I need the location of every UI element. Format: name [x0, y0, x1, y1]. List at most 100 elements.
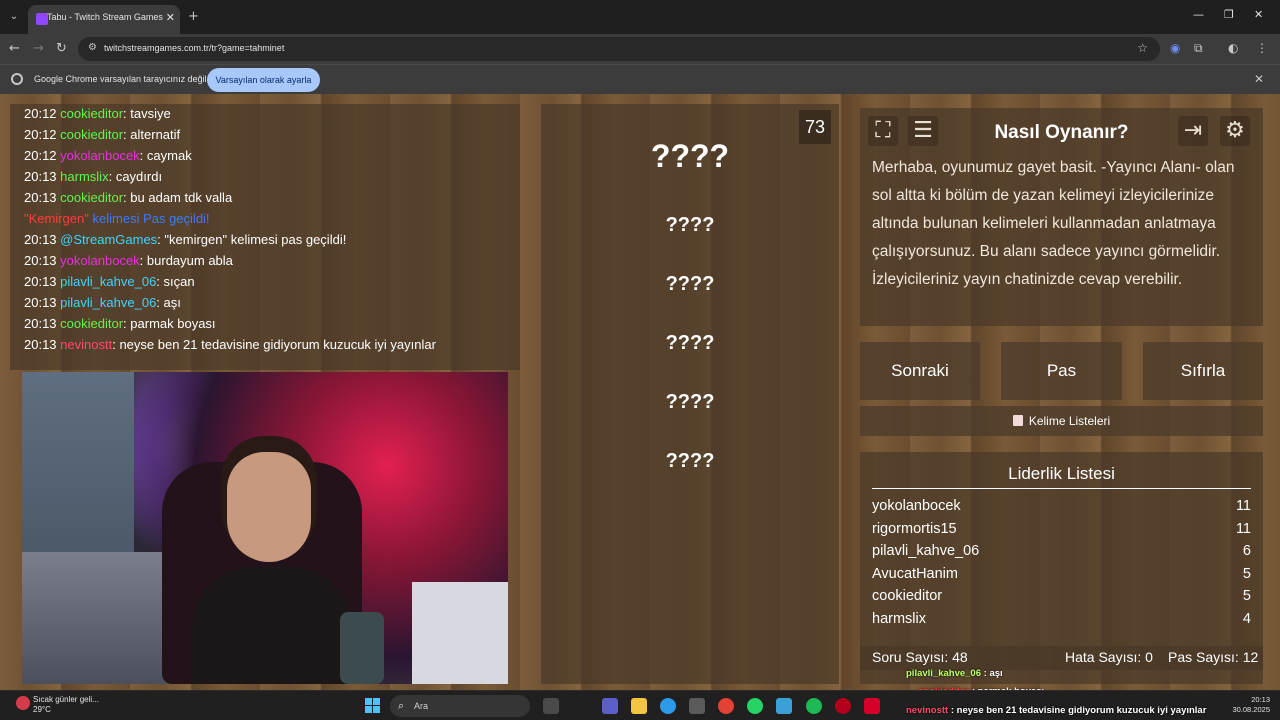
chrome-logo-icon — [11, 73, 23, 85]
chat-timestamp: 20:13 — [24, 253, 57, 268]
file-explorer-icon[interactable] — [631, 698, 647, 714]
main-word: ???? — [650, 138, 730, 174]
overlay-chat-line-1: pilavli_kahve_06 : aşı — [906, 668, 1003, 679]
error-count: Hata Sayısı: 0 — [1065, 649, 1153, 665]
weather-icon[interactable] — [16, 696, 30, 710]
leaderboard-name: pilavli_kahve_06 — [872, 543, 980, 559]
chat-text: kelimesi Pas geçildi! — [92, 211, 210, 226]
opera-gx-icon[interactable] — [835, 698, 851, 714]
settings-gear-icon[interactable]: ⚙ — [1220, 116, 1250, 146]
chat-text: tavsiye — [130, 106, 171, 121]
address-bar[interactable]: ⚙ twitchstreamgames.com.tr/tr?game=tahmi… — [78, 37, 1160, 61]
leaderboard-row: pilavli_kahve_06 6 — [872, 543, 1251, 565]
extension-icon[interactable]: ◉ — [1170, 41, 1180, 55]
weather-temp: 29°C — [33, 705, 51, 714]
leaderboard-name: rigormortis15 — [872, 520, 957, 537]
chat-timestamp: 20:13 — [24, 316, 57, 331]
chat-username[interactable]: cookieditor — [60, 106, 123, 121]
reload-icon[interactable]: ↻ — [56, 41, 67, 56]
app-icon[interactable] — [776, 698, 792, 714]
system-clock[interactable]: 20:13 30.08.2025 — [1232, 695, 1270, 715]
taskbar-search[interactable]: ⌕ Ara — [390, 695, 530, 717]
chat-timestamp: 20:13 — [24, 169, 57, 184]
site-info-icon[interactable]: ⚙ — [88, 42, 97, 53]
profile-avatar-icon[interactable]: ◐ — [1228, 41, 1238, 55]
chat-username[interactable]: yokolanbocek — [60, 148, 140, 163]
back-arrow-icon[interactable]: ← — [9, 41, 20, 56]
exit-icon[interactable]: ⇥ — [1178, 116, 1208, 146]
chat-separator: : — [108, 169, 116, 184]
weather-widget[interactable]: Sıcak günler geli... 29°C — [33, 695, 99, 715]
pass-count: Pas Sayısı: 12 — [1168, 649, 1259, 665]
clock-date: 30.08.2025 — [1232, 705, 1270, 714]
browser-tab-bar: ⌄ Tabu - Twitch Stream Games ✕ + — ❐ ✕ — [0, 0, 1280, 34]
chat-message: 20:13 @StreamGames: "kemirgen" kelimesi … — [10, 232, 520, 253]
chat-separator: : — [156, 274, 164, 289]
forward-arrow-icon[interactable]: → — [33, 41, 44, 56]
chat-separator: : — [139, 148, 147, 163]
chat-username[interactable]: "Kemirgen" — [24, 211, 89, 226]
maximize-icon[interactable]: ❐ — [1224, 8, 1234, 21]
leaderboard-score: 11 — [1235, 520, 1251, 537]
forbidden-word-1: ???? — [665, 214, 715, 236]
chat-text: neyse ben 21 tedavisine gidiyorum kuzucu… — [119, 337, 436, 352]
stream-chat-panel: 20:12 cookieditor: tavsiye 20:12 cookiedi… — [10, 104, 520, 370]
next-button[interactable]: Sonraki — [860, 342, 980, 400]
chat-username[interactable]: harmslix — [60, 169, 108, 184]
minimize-icon[interactable]: — — [1193, 8, 1204, 21]
chrome-icon[interactable] — [718, 698, 734, 714]
chat-username[interactable]: cookieditor — [60, 127, 123, 142]
tab-search-icon[interactable]: ⌄ — [6, 9, 22, 25]
app-w-icon[interactable] — [864, 698, 880, 714]
chat-timestamp: 20:12 — [24, 127, 57, 142]
infobar-close-icon[interactable]: ✕ — [1254, 72, 1264, 86]
reset-button[interactable]: Sıfırla — [1143, 342, 1263, 400]
question-count: Soru Sayısı: 48 — [872, 649, 968, 665]
browser-toolbar: ← → ↻ ⚙ twitchstreamgames.com.tr/tr?game… — [0, 34, 1280, 64]
overlay-message: : neyse ben 21 tedavisine gidiyorum kuzu… — [948, 705, 1207, 716]
chat-message: 20:12 cookieditor: tavsiye — [10, 106, 520, 127]
word-lists-button[interactable]: Kelime Listeleri — [860, 406, 1263, 436]
leaderboard-score: 5 — [1242, 588, 1251, 604]
webcam-lamp — [340, 612, 384, 684]
leaderboard-row: yokolanbocek 11 — [872, 498, 1251, 520]
chat-username[interactable]: cookieditor — [60, 190, 123, 205]
chat-timestamp: 20:13 — [24, 190, 57, 205]
webcam-bed — [22, 552, 172, 684]
chat-username[interactable]: pilavli_kahve_06 — [60, 274, 156, 289]
chat-username[interactable]: @StreamGames — [60, 232, 157, 247]
chat-message: 20:13 nevinostt: neyse ben 21 tedavisine… — [10, 337, 520, 358]
set-default-button[interactable]: Varsayılan olarak ayarla — [207, 68, 320, 92]
new-tab-plus-icon[interactable]: + — [188, 9, 199, 24]
chat-username[interactable]: nevinostt — [60, 337, 112, 352]
whatsapp-icon[interactable] — [747, 698, 763, 714]
tab-title: Tabu - Twitch Stream Games — [47, 12, 163, 22]
spotify-icon[interactable] — [806, 698, 822, 714]
chat-message: 20:13 harmslix: caydırdı — [10, 169, 520, 190]
chat-timestamp: 20:13 — [24, 337, 57, 352]
store-icon[interactable] — [689, 698, 705, 714]
extensions-puzzle-icon[interactable]: ⧉ — [1194, 41, 1203, 56]
chat-username[interactable]: cookieditor — [60, 316, 123, 331]
chat-text: burdayum abla — [146, 253, 233, 268]
tab-close-icon[interactable]: ✕ — [166, 11, 175, 24]
browser-tab[interactable]: Tabu - Twitch Stream Games ✕ — [28, 5, 180, 34]
chat-message: 20:13 pilavli_kahve_06: aşı — [10, 295, 520, 316]
chat-username[interactable]: pilavli_kahve_06 — [60, 295, 156, 310]
edge-icon[interactable] — [660, 698, 676, 714]
leaderboard-score: 6 — [1242, 543, 1251, 559]
window-close-icon[interactable]: ✕ — [1254, 8, 1263, 21]
chat-message: 20:13 cookieditor: bu adam tdk valla — [10, 190, 520, 211]
chat-username[interactable]: yokolanbocek — [60, 253, 140, 268]
pass-button[interactable]: Pas — [1001, 342, 1122, 400]
default-browser-infobar: Google Chrome varsayılan tarayıcınız değ… — [0, 64, 1280, 94]
windows-start-icon[interactable] — [365, 698, 381, 714]
chrome-menu-icon[interactable]: ⋮ — [1256, 41, 1268, 55]
task-view-icon[interactable] — [543, 698, 559, 714]
url-text[interactable]: twitchstreamgames.com.tr/tr?game=tahmine… — [104, 43, 284, 53]
bookmark-star-icon[interactable]: ☆ — [1137, 41, 1148, 55]
how-to-play-panel: ⛶ ☰ Nasıl Oynanır? ⇥ ⚙ Merhaba, oyunumuz… — [860, 108, 1263, 326]
chat-message: 20:13 pilavli_kahve_06: sıçan — [10, 274, 520, 295]
leaderboard-score: 4 — [1242, 610, 1251, 627]
teams-icon[interactable] — [602, 698, 618, 714]
